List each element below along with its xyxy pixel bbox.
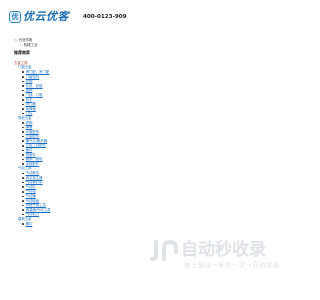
item-link[interactable]: 螺钉 — [26, 222, 33, 227]
bullet-icon — [22, 177, 24, 179]
site-header: 优 优云优客 400-0123-909 — [9, 10, 127, 24]
bullet-icon — [22, 158, 24, 161]
watermark: 自动秒收录 做上链接→来访一次→自动收录 — [150, 238, 290, 268]
bullet-icon — [22, 85, 24, 87]
logo-mark-icon: 优 — [9, 11, 21, 23]
category-group: 门窗五金 滑门配、吊门配 门窗密封 铰链 合页、铰链 插销 门锁、门吸 拉手 闭… — [14, 65, 164, 116]
bullet-icon: • — [20, 42, 22, 47]
bullet-icon — [22, 131, 24, 133]
bullet-icon — [22, 103, 24, 106]
category-item-list: 滤网 弹簧 水管配件 五金配件 暖气片/散热器 五金工具配件 管件 紧固件 链条… — [18, 121, 164, 167]
phone-number: 400-0123-909 — [83, 13, 127, 20]
category-item-list: 滑门配、吊门配 门窗密封 铰链 合页、铰链 插销 门锁、门吸 拉手 闭门器 地弹… — [18, 70, 164, 116]
bullet-icon — [22, 122, 24, 124]
bullet-icon — [22, 144, 24, 147]
category-group: 建筑五金 螺钉 — [14, 217, 164, 226]
watermark-title: 自动秒收录 — [181, 240, 266, 260]
top-category: 五金工具 门窗五金 滑门配、吊门配 门窗密封 铰链 合页、铰链 插销 门锁、门吸… — [14, 61, 164, 226]
bullet-icon — [22, 94, 24, 97]
bullet-icon — [22, 209, 24, 211]
list-item: 螺钉 — [22, 222, 164, 227]
bullet-icon — [22, 223, 24, 225]
category-group: 气动工具 气动扳手 真空发生器 气动铆钉机 气动钉 气动钳 气动锤 气动吸盘 其… — [14, 166, 164, 217]
bullet-icon — [22, 112, 24, 115]
bullet-icon — [22, 186, 24, 188]
bullet-icon — [22, 108, 24, 110]
main-content: ○ 行业市场 • 机械工业 推荐商家 五金工具 门窗五金 滑门配、吊门配 门窗密… — [14, 38, 164, 226]
bullet-icon — [22, 154, 24, 156]
bullet-icon — [22, 204, 24, 207]
bullet-icon — [22, 163, 24, 165]
recommend-title: 推荐商家 — [14, 50, 30, 56]
bullet-icon — [22, 80, 24, 83]
bullet-icon — [22, 71, 24, 74]
site-logo[interactable]: 优 优云优客 — [9, 10, 69, 24]
watermark-subtitle: 做上链接→来访一次→自动收录 — [184, 261, 280, 269]
bullet-icon — [22, 213, 24, 216]
bullet-icon: ○ — [14, 38, 17, 42]
bullet-icon — [22, 99, 24, 101]
breadcrumb-level2[interactable]: • 机械工业 — [14, 43, 164, 48]
bullet-icon — [22, 76, 24, 78]
breadcrumb-label: 机械工业 — [23, 42, 38, 47]
bullet-icon — [22, 149, 24, 152]
category-item-list: 气动扳手 真空发生器 气动铆钉机 气动钉 气动钳 气动锤 气动吸盘 其他气动工具… — [18, 171, 164, 217]
category-group: 其他五金 滤网 弹簧 水管配件 五金配件 暖气片/散热器 五金工具配件 管件 紧… — [14, 116, 164, 167]
bullet-icon — [22, 126, 24, 129]
watermark-logo-icon — [150, 238, 178, 262]
bullet-icon — [22, 200, 24, 202]
watermark-logo-svg — [150, 239, 178, 261]
bullet-icon — [22, 135, 24, 138]
bullet-icon — [22, 172, 24, 175]
bullet-icon — [22, 190, 24, 193]
bullet-icon — [22, 181, 24, 184]
logo-text: 优云优客 — [23, 10, 69, 23]
bullet-icon — [22, 140, 24, 142]
category-item-list: 螺钉 — [18, 222, 164, 227]
bullet-icon — [22, 195, 24, 198]
bullet-icon — [22, 89, 24, 92]
